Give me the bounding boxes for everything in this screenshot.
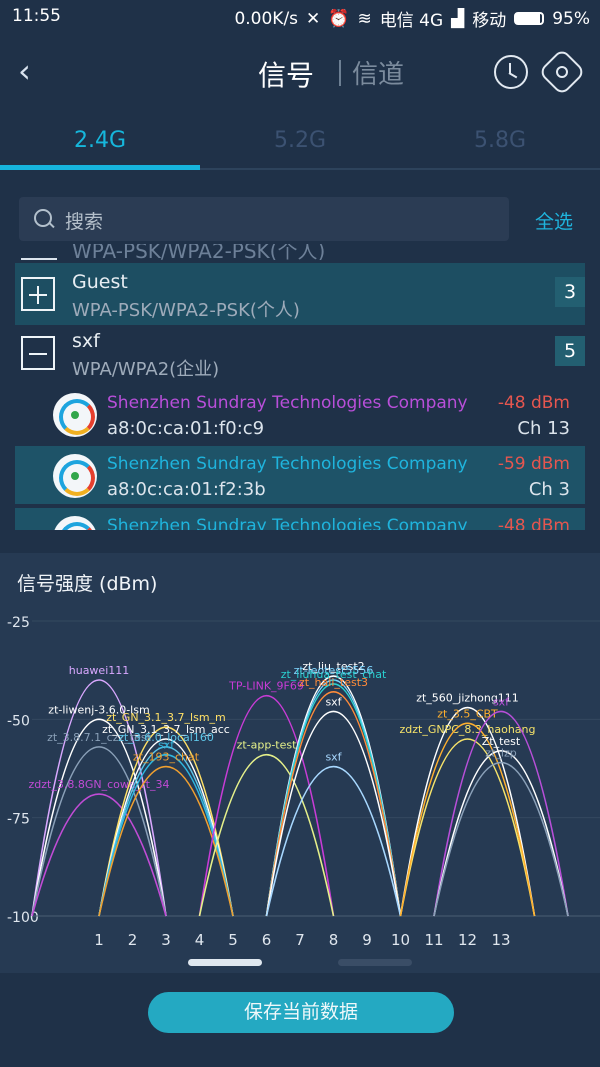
partial-security: WPA-PSK/WPA2-PSK(个人) xyxy=(72,244,326,260)
x-tick-label: 5 xyxy=(228,931,238,949)
status-bar: 11:55 0.00K/s ✕ ⏰ ≋ 电信 4G ▟ 移动 95% xyxy=(0,0,600,32)
x-tick-label: 7 xyxy=(295,931,305,949)
ap-mac: a8:0c:ca:01:f2:3b xyxy=(107,479,266,500)
x-tick-label: 2 xyxy=(128,931,138,949)
x-tick-label: 1 xyxy=(94,931,104,949)
battery-level: 95% xyxy=(552,8,590,29)
x-tick-label: 12 xyxy=(458,931,477,949)
series-label: sxf xyxy=(493,695,510,708)
signal-icon: ▟ xyxy=(451,8,465,29)
mute-icon: ✕ xyxy=(306,8,321,29)
tab-indicator xyxy=(0,165,200,170)
search-icon xyxy=(34,209,52,227)
battery-icon xyxy=(514,12,545,25)
series-label: zt_193_chat xyxy=(133,751,200,764)
search-input[interactable]: 搜索 xyxy=(19,197,509,241)
x-tick-label: 9 xyxy=(362,931,372,949)
ap-item[interactable]: Shenzhen Sundray Technologies Company a8… xyxy=(15,385,585,443)
network-list[interactable]: WPA-PSK/WPA2-PSK(个人) Guest WPA-PSK/WPA2-… xyxy=(15,244,585,530)
group-guest[interactable]: Guest WPA-PSK/WPA2-PSK(个人) 3 xyxy=(15,263,585,325)
back-icon[interactable]: ‹ xyxy=(18,54,44,88)
series-label: zt-app-test xyxy=(237,739,298,752)
ap-signal: -48 dBm xyxy=(497,516,570,530)
x-tick-label: 4 xyxy=(195,931,205,949)
series-arc xyxy=(265,691,402,917)
history-icon[interactable] xyxy=(494,55,528,89)
status-right: 0.00K/s ✕ ⏰ ≋ 电信 4G ▟ 移动 95% xyxy=(234,6,590,32)
carrier1: 电信 4G xyxy=(379,11,444,31)
title-separator xyxy=(339,60,341,86)
series-label: zt_hali_test3 xyxy=(299,676,368,689)
x-tick-label: 8 xyxy=(329,931,339,949)
alarm-icon: ⏰ xyxy=(328,8,350,29)
group-name: Guest xyxy=(72,271,128,293)
y-tick-label: -100 xyxy=(7,910,39,926)
network-speed: 0.00K/s xyxy=(234,8,299,29)
ap-mac: a8:0c:ca:01:f0:c9 xyxy=(107,418,265,439)
series-arc xyxy=(31,746,167,917)
page-indicator-active xyxy=(188,959,262,966)
y-tick-label: -25 xyxy=(7,615,30,631)
x-tick-label: 3 xyxy=(161,931,171,949)
series-label: TP-LINK_9F69 xyxy=(228,680,304,693)
carrier2: 移动 xyxy=(472,11,507,31)
collapse-line xyxy=(21,258,57,260)
ap-company: Shenzhen Sundray Technologies Company xyxy=(107,454,468,474)
x-tick-label: 13 xyxy=(491,931,510,949)
ap-item[interactable]: Shenzhen Sundray Technologies Company -4… xyxy=(15,508,585,530)
save-button[interactable]: 保存当前数据 xyxy=(148,992,454,1033)
series-arc xyxy=(433,761,569,917)
page-title[interactable]: 信号 xyxy=(258,54,314,94)
x-tick-label: 10 xyxy=(391,931,410,949)
series-label: zt_lzp xyxy=(485,747,516,760)
group-sxf[interactable]: sxf WPA/WPA2(企业) 5 xyxy=(15,322,585,384)
nav-bar: ‹ 信号 信道 xyxy=(0,38,600,104)
group-name: sxf xyxy=(72,330,100,352)
settings-icon[interactable] xyxy=(537,47,587,97)
tab-5.8g[interactable]: 5.8G xyxy=(400,128,600,153)
y-tick-label: -50 xyxy=(7,713,30,729)
collapse-icon[interactable] xyxy=(21,336,55,370)
search-placeholder: 搜索 xyxy=(65,211,104,233)
sundray-logo-icon xyxy=(53,393,97,437)
series-label: zdzt_3.8.8GN_cowa_rt_34 xyxy=(29,778,170,791)
series-label: sxf xyxy=(325,751,342,764)
channel-title-tab[interactable]: 信道 xyxy=(352,54,404,91)
sundray-logo-icon xyxy=(53,454,97,498)
group-security: WPA/WPA2(企业) xyxy=(72,359,220,380)
x-tick-label: 6 xyxy=(262,931,272,949)
ap-signal: -48 dBm xyxy=(497,393,570,413)
x-tick-label: 11 xyxy=(424,931,443,949)
ap-item[interactable]: Shenzhen Sundray Technologies Company a8… xyxy=(15,446,585,504)
expand-icon[interactable] xyxy=(21,277,55,311)
page-indicator-inactive xyxy=(338,959,412,966)
sundray-logo-icon xyxy=(53,516,97,530)
series-arc xyxy=(433,750,569,917)
group-count-badge: 5 xyxy=(555,336,585,366)
tab-2.4g[interactable]: 2.4G xyxy=(0,128,200,153)
select-all-button[interactable]: 全选 xyxy=(535,207,573,234)
band-tabs: 2.4G 5.2G 5.8G xyxy=(0,118,600,172)
series-label: sxf xyxy=(325,695,342,708)
ap-company: Shenzhen Sundray Technologies Company xyxy=(107,516,468,530)
series-label: huawei111 xyxy=(69,664,130,677)
ap-channel: Ch 3 xyxy=(528,479,570,500)
signal-chart[interactable]: -25-50-75-1001 2 3 4 5 6 7 8 9 10 11 12 13huawei111z… xyxy=(0,553,600,973)
group-count-badge: 3 xyxy=(555,277,585,307)
group-security: WPA-PSK/WPA2-PSK(个人) xyxy=(72,300,300,321)
wifi-icon: ≋ xyxy=(357,8,372,29)
series-arc xyxy=(399,738,536,917)
tab-5.2g[interactable]: 5.2G xyxy=(200,128,400,153)
ap-company: Shenzhen Sundray Technologies Company xyxy=(107,393,468,413)
list-item-partial: WPA-PSK/WPA2-PSK(个人) xyxy=(15,244,585,260)
ap-signal: -59 dBm xyxy=(497,454,570,474)
series-arc xyxy=(31,793,167,917)
status-time: 11:55 xyxy=(12,6,61,26)
series-arc xyxy=(265,765,402,917)
ap-channel: Ch 13 xyxy=(517,418,570,439)
y-tick-label: -75 xyxy=(7,812,30,828)
chart-panel: 信号强度 (dBm) -25 -50 -75 -100 1 2 3 4 5 6 7 8 9 10 11 12 1… xyxy=(0,553,600,973)
